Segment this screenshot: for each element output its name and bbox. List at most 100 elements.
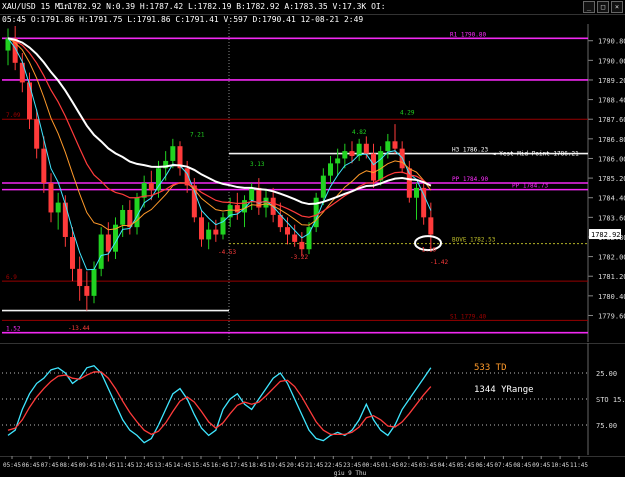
- restore-icon[interactable]: □: [597, 1, 609, 13]
- candle-body: [213, 229, 219, 235]
- candle-body: [328, 163, 333, 176]
- time-tick-label: 21:45: [305, 462, 323, 469]
- time-tick-label: 22:45: [324, 462, 342, 469]
- candle-body: [421, 187, 427, 218]
- candle-body: [84, 286, 90, 296]
- time-tick-label: 09:45: [532, 462, 550, 469]
- time-tick-label: 19:45: [268, 462, 286, 469]
- candle-body: [385, 141, 391, 152]
- y-tick-label: 1782.00: [598, 254, 625, 262]
- y-tick-label: 1786.00: [598, 155, 625, 163]
- time-tick-label: 01:45: [381, 462, 399, 469]
- minimize-icon[interactable]: _: [583, 1, 595, 13]
- swing-label: 4.29: [400, 109, 415, 116]
- y-tick-label: 1790.80: [598, 38, 625, 46]
- time-tick-label: 02:45: [400, 462, 418, 469]
- candle-body: [62, 202, 68, 237]
- candle-body: [105, 234, 111, 252]
- candle-body: [342, 151, 348, 159]
- time-tick-label: 03:45: [419, 462, 437, 469]
- price-chart[interactable]: 1790.80 1790.00 1789.20 1788.40 1787.60 1786.…: [0, 24, 625, 342]
- time-tick-label: 08:45: [60, 462, 78, 469]
- time-tick-label: 08:45: [513, 462, 531, 469]
- candle-body: [206, 229, 212, 240]
- candle-body: [19, 62, 25, 83]
- annotation-td: 533 TD: [474, 363, 507, 373]
- candle-body: [371, 153, 376, 181]
- time-tick-label: 15:45: [192, 462, 210, 469]
- time-tick-label: 13:45: [154, 462, 172, 469]
- time-tick-label: 10:45: [551, 462, 569, 469]
- close-icon[interactable]: ×: [611, 1, 623, 13]
- candle-body: [234, 205, 240, 213]
- candle-body: [48, 183, 54, 213]
- candle-body: [41, 148, 47, 183]
- level-label: H3 1786.23: [452, 147, 489, 154]
- candle-body: [199, 217, 204, 240]
- time-tick-label: 00:45: [362, 462, 380, 469]
- date-label: giu 9 Thu: [334, 470, 367, 477]
- time-tick-label: 10:45: [97, 462, 115, 469]
- candle-body: [77, 268, 83, 287]
- candle-body: [299, 241, 305, 250]
- level-label: 7.09: [6, 112, 21, 119]
- swing-label: -3.22: [290, 254, 308, 261]
- time-tick-label: 06:45: [22, 462, 40, 469]
- yest-midpoint-label: ◄ Yest Mid Point 1786.21: [492, 150, 579, 157]
- osc-tick-label: STO 15.00: [596, 396, 625, 404]
- stochastic-panel[interactable]: 25.00 STO 15.00 75.00 533 TD 1344 YRange: [0, 343, 625, 455]
- level-label: S1 1779.40: [450, 313, 487, 320]
- candle-body: [170, 146, 176, 161]
- y-tick-label: 1779.60: [598, 312, 625, 320]
- annotation-yrange: 1344 YRange: [474, 385, 534, 395]
- y-tick-label: 1789.20: [598, 77, 625, 85]
- candle-body: [148, 183, 154, 191]
- y-tick-label: 1784.40: [598, 195, 625, 203]
- candle-body: [27, 82, 32, 120]
- level-label: 1.52: [6, 326, 21, 333]
- time-tick-label: 16:45: [211, 462, 229, 469]
- time-tick-label: 18:45: [249, 462, 267, 469]
- time-tick-label: 12:45: [135, 462, 153, 469]
- swing-label: 3.13: [250, 161, 265, 168]
- time-tick-label: 20:45: [286, 462, 304, 469]
- time-axis: 05:45 06:45 07:45 08:45 09:45 10:45 11:45 12:45…: [0, 456, 625, 477]
- time-tick-label: 05:45: [3, 462, 21, 469]
- candle-body: [335, 158, 341, 164]
- current-price-label: 1782.92: [591, 231, 621, 239]
- time-tick-label: 23:45: [343, 462, 361, 469]
- trading-chart-window: XAU/USD 15 Min C:1782.92 N:0.39 H:1787.4…: [0, 0, 625, 477]
- level-label: R1 1790.80: [450, 31, 487, 38]
- y-tick-label: 1788.40: [598, 97, 625, 105]
- level-label: PP 1784.90: [452, 176, 489, 183]
- swing-label: -13.44: [68, 325, 90, 332]
- y-tick-label: 1787.60: [598, 116, 625, 124]
- candle-body: [363, 143, 369, 154]
- osc-tick-label: 75.00: [596, 422, 617, 430]
- title-bar: XAU/USD 15 Min C:1782.92 N:0.39 H:1787.4…: [0, 0, 625, 15]
- ma-long-line: [7, 37, 432, 206]
- y-tick-label: 1786.80: [598, 136, 625, 144]
- level-label: BOVE 1782.53: [452, 237, 496, 244]
- candle-body: [91, 268, 97, 296]
- level-label: 6.9: [6, 274, 17, 281]
- swing-label: -1.42: [430, 259, 448, 266]
- candle-body: [249, 187, 255, 201]
- time-tick-label: 06:45: [475, 462, 493, 469]
- time-tick-label: 05:45: [457, 462, 475, 469]
- candle-body: [285, 227, 290, 235]
- candle-body: [70, 236, 75, 269]
- time-tick-label: 11:45: [570, 462, 588, 469]
- candle-body: [156, 168, 161, 191]
- candle-body: [292, 234, 298, 242]
- osc-tick-label: 25.00: [596, 370, 617, 378]
- time-tick-label: 07:45: [494, 462, 512, 469]
- ohlc-readout: C:1782.92 N:0.39 H:1787.42 L:1782.19 B:1…: [58, 2, 386, 11]
- time-tick-label: 17:45: [230, 462, 248, 469]
- candle-body: [120, 209, 126, 225]
- y-tick-label: 1783.60: [598, 214, 625, 222]
- time-tick-label: 09:45: [79, 462, 97, 469]
- swing-label: 7.21: [190, 131, 205, 138]
- swing-label: -4.53: [218, 249, 236, 256]
- candle-body: [320, 175, 326, 198]
